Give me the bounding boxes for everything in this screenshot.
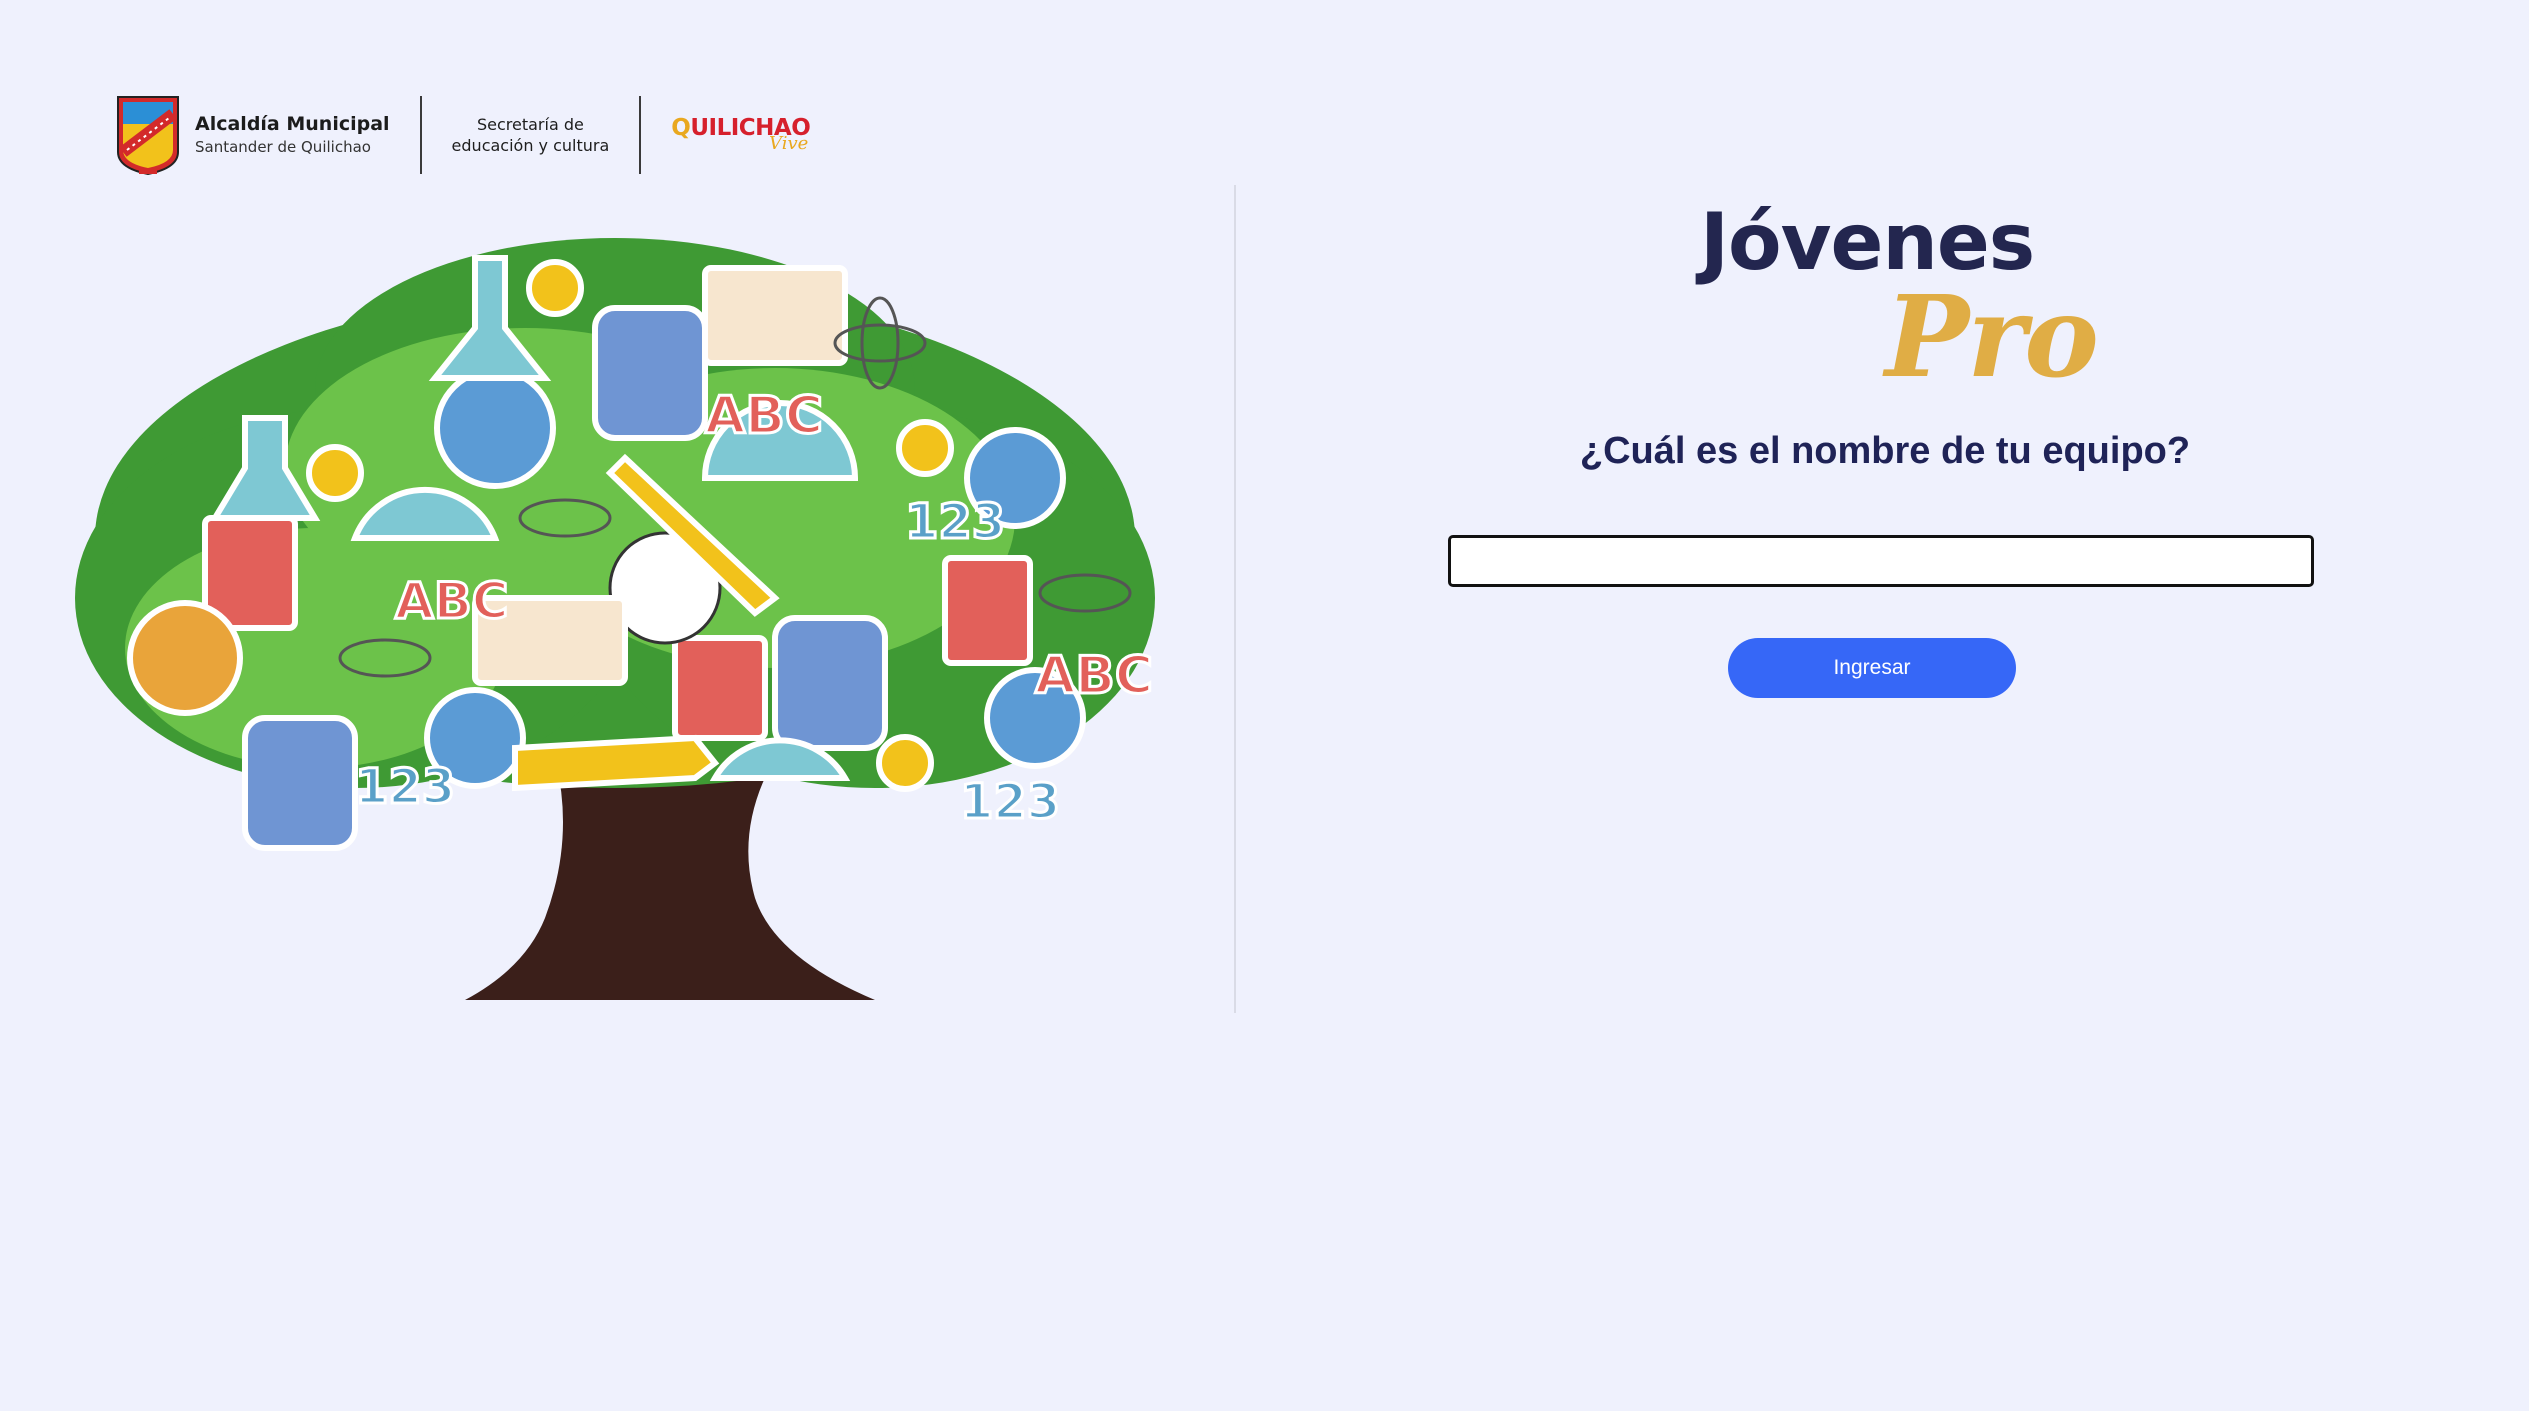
tree-123-label: 123: [905, 494, 1005, 550]
quilichao-q: Q: [671, 115, 691, 141]
tree-123-label: 123: [960, 774, 1060, 830]
alcaldia-title: Alcaldía Municipal: [195, 113, 390, 135]
vertical-divider: [1234, 185, 1236, 1013]
alcaldia-logo-text: Alcaldía Municipal Santander de Quilicha…: [195, 113, 390, 156]
tree-123-label: 123: [355, 759, 455, 815]
secretaria-logo-text: Secretaría de educación y cultura: [452, 114, 610, 156]
logo-divider: [639, 95, 642, 174]
alcaldia-subtitle: Santander de Quilichao: [195, 138, 371, 156]
quilichao-vive: Vive: [769, 133, 809, 154]
coat-of-arms-icon: [117, 95, 179, 175]
education-tree-illustration: ABC ABC ABC 123 123 123: [75, 238, 1155, 1000]
team-name-question: ¿Cuál es el nombre de tu equipo?: [1579, 430, 2191, 472]
secretaria-line2: educación y cultura: [451, 135, 610, 155]
team-name-input[interactable]: [1448, 535, 2314, 587]
brand-title-pro: Pro: [1885, 272, 2099, 403]
tree-abc-label: ABC: [395, 572, 509, 630]
secretaria-line1: Secretaría de: [476, 114, 584, 134]
logo-divider: [419, 95, 422, 174]
ingresar-button[interactable]: Ingresar: [1728, 638, 2016, 698]
header-logos: Alcaldía Municipal Santander de Quilicha…: [115, 92, 811, 177]
tree-abc-label: ABC: [1035, 646, 1153, 706]
quilichao-vive-logo: QUILICHAO Vive: [671, 115, 810, 154]
tree-abc-label: ABC: [705, 386, 823, 446]
